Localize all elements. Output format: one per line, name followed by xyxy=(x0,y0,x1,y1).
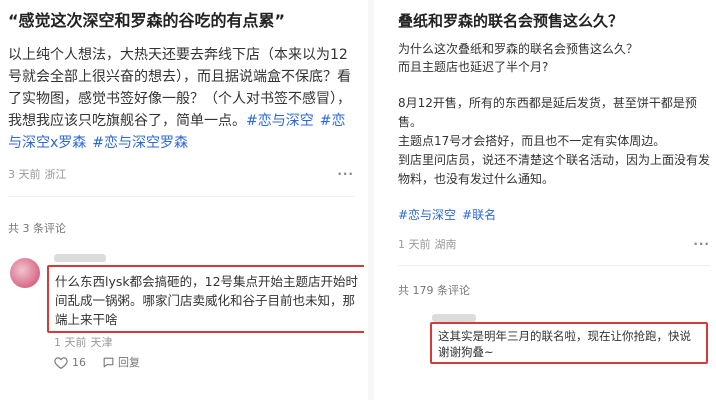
more-icon[interactable]: ··· xyxy=(337,167,354,181)
panel-divider xyxy=(368,0,374,400)
like-button[interactable]: 16 xyxy=(54,356,86,369)
post-title: 叠纸和罗森的联名会预售这么久？ xyxy=(398,12,624,30)
post-location: 浙江 xyxy=(44,168,67,181)
post-title: “感觉这次深空和罗森的谷吃的有点累” xyxy=(8,11,286,30)
comment-count: 共 179 条评论 xyxy=(398,284,470,297)
post-body: 以上纯个人想法，大热天还要去奔线下店（本来以为12号就会全部上很兴奋的想去），而… xyxy=(8,44,358,154)
heart-icon xyxy=(54,356,68,369)
comment-location: 天津 xyxy=(90,336,113,349)
avatar[interactable] xyxy=(10,258,40,288)
like-count: 16 xyxy=(72,355,86,369)
more-icon[interactable]: ··· xyxy=(693,237,710,251)
highlighted-comment: 这其实是明年三月的联名啦，现在让你抢跑，快说谢谢狗叠~ xyxy=(430,322,708,364)
post-intro-line: 为什么这次叠纸和罗森的联名会预售这么久？ xyxy=(398,42,639,56)
right-post-panel: 叠纸和罗森的联名会预售这么久？ 为什么这次叠纸和罗森的联名会预售这么久？ 而且主… xyxy=(380,0,716,400)
post-detail-line: 到店里问店员，说还不清楚这个联名活动，因为上面没有发物料，也没有发过什么通知。 xyxy=(398,153,711,186)
comment-actions: 16 回复 xyxy=(54,354,140,370)
commenter-name[interactable] xyxy=(432,314,476,322)
highlighted-comment: 什么东西lysk都会搞砸的，12号集点开始主题店开始时间乱成一锅粥。哪家门店卖威… xyxy=(47,265,364,333)
comment-text: 什么东西lysk都会搞砸的，12号集点开始主题店开始时间乱成一锅粥。哪家门店卖威… xyxy=(55,274,359,327)
post-details: 8月12开售，所有的东西都是延后发货，甚至饼干都是预售。 主题点17号才会搭好，… xyxy=(398,94,710,189)
divider xyxy=(8,196,354,197)
reply-label: 回复 xyxy=(118,356,140,369)
left-post-panel: “感觉这次深空和罗森的谷吃的有点累” 以上纯个人想法，大热天还要去奔线下店（本来… xyxy=(0,0,364,400)
post-time: 3 天前 xyxy=(8,168,41,181)
comment-count: 共 3 条评论 xyxy=(8,222,66,235)
hashtag-link[interactable]: #恋与深空 xyxy=(398,208,456,222)
post-meta: 1 天前 湖南 ··· xyxy=(398,236,710,252)
hashtag-link[interactable]: #恋与深空罗森 xyxy=(92,135,188,151)
post-detail-line: 主题点17号才会搭好，而且也不一定有实体周边。 xyxy=(398,134,666,148)
post-location: 湖南 xyxy=(434,238,457,251)
post-intro-line: 而且主题店也延迟了半个月? xyxy=(398,60,549,74)
hashtag-link[interactable]: #联名 xyxy=(462,208,496,222)
post-time: 1 天前 xyxy=(398,238,431,251)
comment-time: 1 天前 xyxy=(54,336,87,349)
post-detail-line: 8月12开售，所有的东西都是延后发货，甚至饼干都是预售。 xyxy=(398,96,697,129)
post-meta: 3 天前 浙江 ··· xyxy=(8,166,354,182)
post-intro: 为什么这次叠纸和罗森的联名会预售这么久？ 而且主题店也延迟了半个月? xyxy=(398,40,710,76)
hashtag-link[interactable]: #恋与深空 xyxy=(246,113,314,129)
reply-button[interactable]: 回复 xyxy=(102,354,140,370)
comment-meta: 1 天前 天津 xyxy=(54,334,113,350)
post-hashtags: #恋与深空 #联名 xyxy=(398,206,502,223)
commenter-name[interactable] xyxy=(54,254,106,262)
divider xyxy=(398,265,710,266)
comment-text: 这其实是明年三月的联名啦，现在让你抢跑，快说谢谢狗叠~ xyxy=(438,329,691,359)
reply-icon xyxy=(102,356,115,369)
